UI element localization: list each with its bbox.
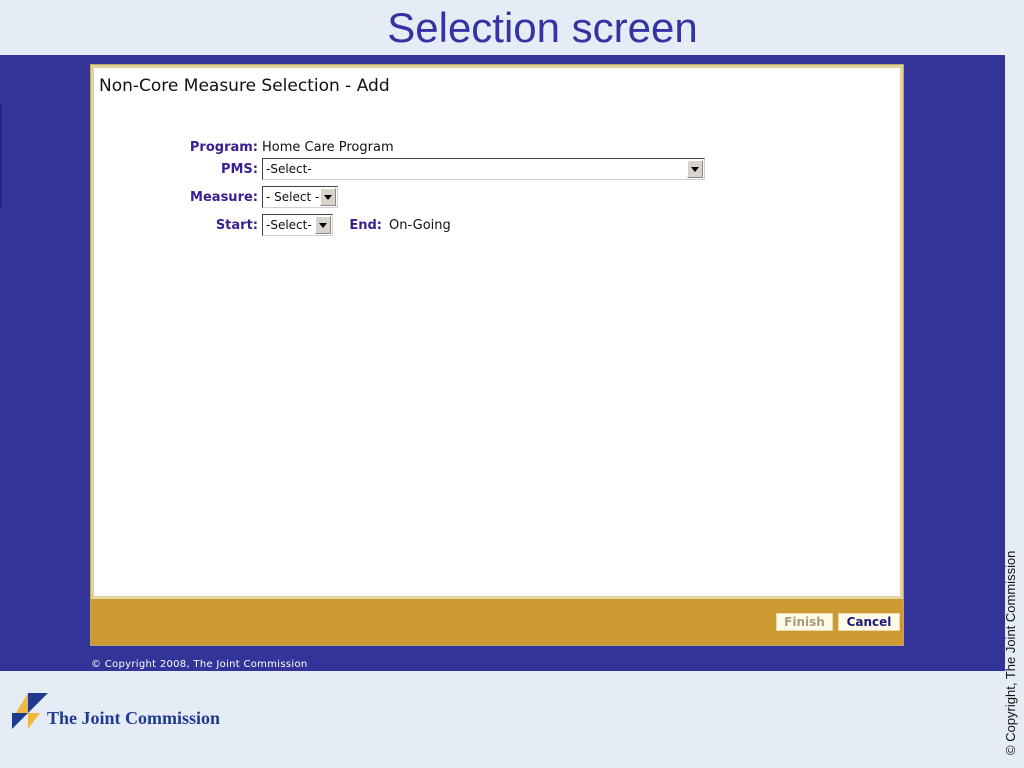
end-label: End:: [349, 218, 382, 233]
joint-commission-logo-icon: [12, 693, 48, 729]
window-title: Non-Core Measure Selection - Add: [99, 76, 390, 96]
pms-dropdown-button[interactable]: [687, 160, 703, 178]
slide-title: Selection screen: [387, 4, 698, 51]
cancel-button[interactable]: Cancel: [838, 613, 900, 631]
page-copyright: © Copyright 2008, The Joint Commission: [91, 659, 308, 670]
measure-dropdown-button[interactable]: [320, 188, 336, 206]
chevron-down-icon: [691, 167, 699, 172]
program-label: Program:: [189, 140, 258, 155]
window-content: Non-Core Measure Selection - Add Program…: [94, 68, 900, 596]
measure-label: Measure:: [190, 190, 258, 205]
side-copyright: © Copyright, The Joint Commission: [1003, 550, 1018, 755]
finish-button[interactable]: Finish: [776, 613, 833, 631]
chevron-down-icon: [324, 195, 332, 200]
left-accent-bar: [0, 104, 2, 208]
pms-select-value: -Select-: [266, 162, 312, 176]
logo-text: The Joint Commission: [47, 708, 221, 728]
measure-select[interactable]: - Select -: [262, 186, 338, 208]
program-value: Home Care Program: [262, 140, 394, 155]
pms-label: PMS:: [220, 162, 258, 177]
selection-window: Non-Core Measure Selection - Add Program…: [90, 64, 904, 646]
end-value: On-Going: [389, 218, 451, 233]
measure-select-value: - Select -: [266, 190, 320, 204]
pms-select[interactable]: -Select-: [262, 158, 705, 180]
